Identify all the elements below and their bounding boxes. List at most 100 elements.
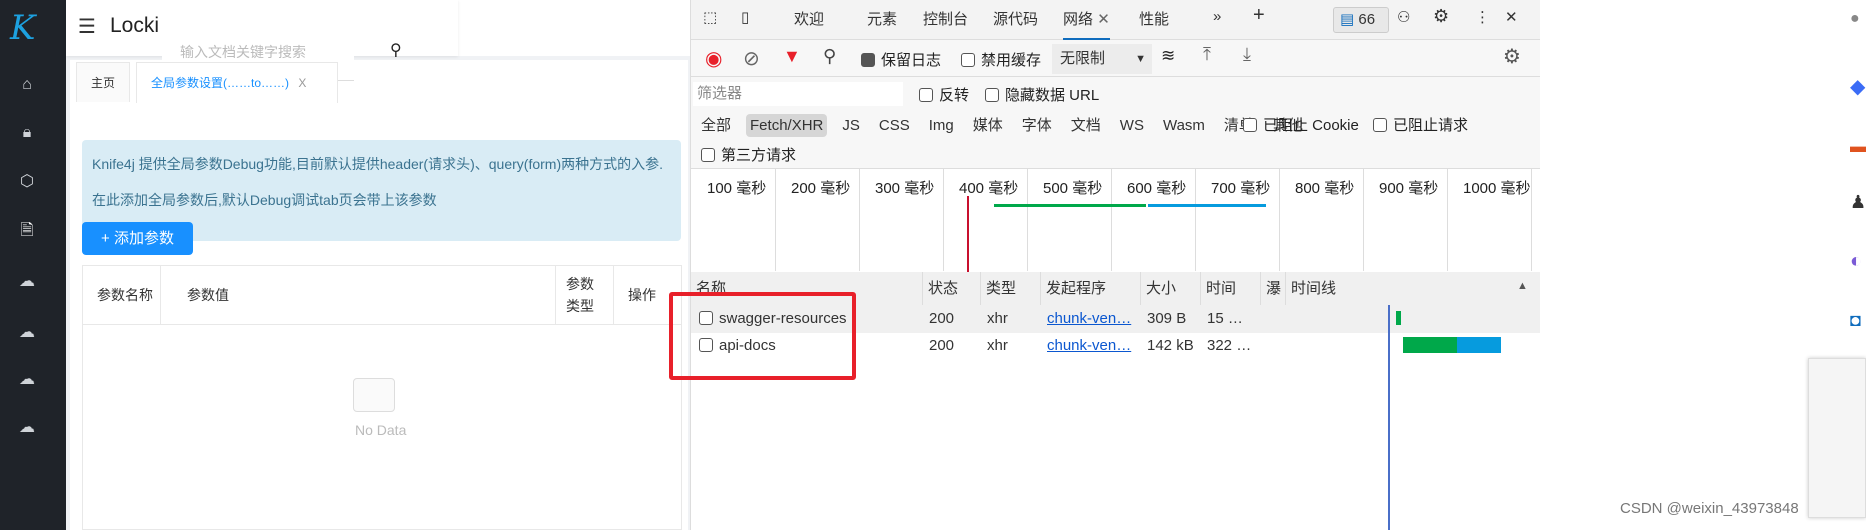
issues-badge[interactable]: ▤ 66 — [1333, 7, 1389, 33]
office-icon[interactable]: ◐ — [1850, 250, 1862, 273]
search-icon[interactable]: ⚲ — [823, 46, 836, 67]
doc-settings-icon[interactable]: 🗎 — [17, 221, 37, 241]
label: 无限制 — [1060, 50, 1106, 67]
filter-icon[interactable]: ▼ — [783, 46, 801, 67]
import-icon[interactable]: ⤒ — [1203, 44, 1211, 65]
timeline-tick: 100 毫秒 — [707, 180, 767, 197]
tab-performance[interactable]: 性能 — [1139, 8, 1169, 29]
type-filter[interactable]: CSS — [875, 114, 914, 137]
cell-initiator[interactable]: chunk-ven… — [1041, 333, 1131, 359]
tab-home[interactable]: 主页 — [76, 62, 131, 102]
cell-text: 200 — [929, 310, 955, 327]
disable-cache-checkbox[interactable]: 禁用缓存 — [961, 49, 1041, 70]
overview-bar — [994, 204, 1146, 207]
api-cloud-icon[interactable]: ☁ — [17, 272, 37, 292]
column-header[interactable]: 瀑 — [1261, 272, 1286, 305]
close-icon[interactable]: ✕ — [1097, 11, 1110, 28]
copilot-icon[interactable]: ◆ — [1850, 74, 1865, 99]
empty-inbox-icon — [353, 378, 395, 412]
cell-status: 200 — [923, 333, 954, 359]
tab-console[interactable]: 控制台 — [923, 8, 968, 29]
preserve-log-checkbox[interactable]: 保留日志 — [861, 49, 941, 70]
lock-icon[interactable]: 🔒︎ — [17, 123, 37, 143]
type-filter[interactable]: Img — [925, 114, 958, 137]
more-icon[interactable]: ⋮ — [1475, 8, 1490, 26]
export-icon[interactable]: ⤓ — [1243, 44, 1251, 65]
column-header[interactable]: 时间线 — [1286, 272, 1541, 305]
games-icon[interactable]: ♟ — [1850, 192, 1866, 213]
overview-bar — [1148, 204, 1266, 207]
hide-data-urls-checkbox[interactable]: 隐藏数据 URL — [985, 84, 1099, 105]
column-header[interactable]: 发起程序 — [1041, 272, 1141, 305]
sidebar: K ⌂ 🔒︎ ⬡ 🗎 ☁ ☁ ☁ ☁ — [0, 0, 66, 530]
menu-toggle-icon[interactable]: ☰ — [78, 14, 96, 39]
cell-time: 15 … — [1201, 306, 1243, 332]
inspect-icon[interactable]: ⬚ — [703, 8, 717, 26]
tab-elements[interactable]: 元素 — [867, 8, 897, 29]
column-header[interactable]: 时间 — [1201, 272, 1261, 305]
button-label: 添加参数 — [113, 230, 174, 247]
tab-sources[interactable]: 源代码 — [993, 8, 1038, 29]
type-filter[interactable]: 文档 — [1067, 114, 1105, 137]
third-party-checkbox[interactable]: 第三方请求 — [701, 144, 796, 165]
add-param-button[interactable]: + 添加参数 — [82, 222, 193, 255]
gear-icon[interactable]: ⚙ — [1433, 6, 1449, 27]
checkbox[interactable] — [861, 53, 875, 67]
tab-network[interactable]: 网络 ✕ — [1063, 8, 1110, 40]
home-icon[interactable]: ⌂ — [17, 75, 37, 95]
app-title: Locki — [110, 14, 160, 37]
placeholder: 筛选器 — [697, 85, 743, 102]
type-filter[interactable]: WS — [1116, 114, 1148, 137]
record-icon[interactable]: ◉ — [705, 46, 722, 71]
device-icon[interactable]: ▯ — [741, 8, 749, 26]
clear-icon[interactable]: ⊘ — [743, 46, 760, 71]
type-filter[interactable]: 媒体 — [969, 114, 1007, 137]
cell-size: 142 kB — [1141, 333, 1194, 359]
search-icon[interactable]: ⚲ — [390, 40, 402, 60]
timeline-tick: 300 毫秒 — [875, 180, 935, 197]
api-cloud-icon[interactable]: ☁ — [17, 323, 37, 343]
network-overview[interactable]: 100 毫秒 200 毫秒 300 毫秒 400 毫秒 500 毫秒 600 毫秒 700 … — [691, 168, 1541, 272]
blocked-requests-checkbox[interactable]: 已阻止请求 — [1373, 114, 1468, 135]
cube-icon[interactable]: ⬡ — [17, 172, 37, 192]
message-icon: ▤ — [1340, 11, 1355, 28]
blocked-cookies-checkbox[interactable]: 已阻止 Cookie — [1243, 114, 1359, 135]
type-filter[interactable]: 全部 — [697, 114, 735, 137]
type-filter[interactable]: Fetch/XHR — [746, 114, 828, 137]
label: 第三方请求 — [721, 147, 797, 164]
feedback-icon[interactable]: ⚇ — [1397, 8, 1410, 26]
more-tabs-icon[interactable]: » — [1213, 8, 1221, 25]
sort-up-icon[interactable]: ▲ — [1517, 280, 1528, 292]
cell-initiator[interactable]: chunk-ven… — [1041, 306, 1131, 332]
tools-icon[interactable]: ▬ — [1850, 136, 1866, 157]
timeline-tick: 900 毫秒 — [1379, 180, 1439, 197]
type-filter[interactable]: Wasm — [1159, 114, 1209, 137]
column-header[interactable]: 状态 — [923, 272, 981, 305]
tab-label: 主页 — [91, 76, 116, 90]
label: 隐藏数据 URL — [1005, 87, 1100, 104]
close-icon[interactable]: X — [298, 76, 306, 90]
grid-line — [1195, 169, 1196, 271]
page-thumbnail[interactable] — [1808, 358, 1866, 518]
column-header[interactable]: 类型 — [981, 272, 1041, 305]
add-tab-icon[interactable]: + — [1253, 4, 1265, 27]
close-devtools-icon[interactable]: ✕ — [1505, 8, 1518, 26]
checkbox[interactable] — [961, 53, 975, 67]
network-settings-icon[interactable]: ⚙ — [1503, 44, 1521, 69]
tab-global-params[interactable]: 全局参数设置(……to……) X — [136, 62, 338, 103]
network-conditions-icon[interactable]: ≋ — [1161, 46, 1175, 66]
grid-line — [1027, 169, 1028, 271]
timing-bar-download — [1457, 337, 1501, 353]
search-icon[interactable]: ● — [1850, 10, 1860, 28]
invert-checkbox[interactable]: 反转 — [919, 84, 969, 105]
filter-input[interactable]: 筛选器 — [693, 82, 903, 106]
type-filter[interactable]: 字体 — [1018, 114, 1056, 137]
tab-welcome[interactable]: 欢迎 — [794, 8, 824, 29]
outlook-icon[interactable]: ◘ — [1850, 310, 1861, 331]
throttle-select[interactable]: 无限制 ▼ — [1052, 44, 1152, 74]
api-cloud-icon[interactable]: ☁ — [17, 418, 37, 438]
column-header[interactable]: 大小 — [1141, 272, 1201, 305]
grid-line — [1363, 169, 1364, 271]
type-filter[interactable]: JS — [838, 114, 864, 137]
api-cloud-icon[interactable]: ☁ — [17, 370, 37, 390]
